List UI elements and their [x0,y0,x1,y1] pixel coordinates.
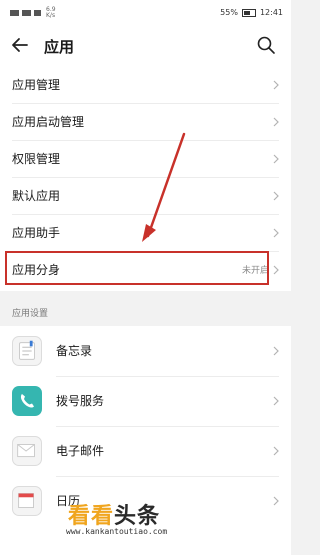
menu-item-label: 权限管理 [12,152,61,166]
chevron-right-icon [273,80,279,89]
chevron-right-icon [273,346,279,356]
watermark: 看看头条 www.kankantoutiao.com [62,498,212,544]
app-row-label: 拨号服务 [56,394,105,408]
watermark-url: www.kankantoutiao.com [66,527,168,536]
toolbar: 应用 [0,26,291,66]
memo-icon [12,336,42,366]
app-row-email[interactable]: 电子邮件 [0,426,291,476]
menu-item-label: 应用管理 [12,78,61,92]
phone-icon [12,386,42,416]
search-icon[interactable] [255,34,277,56]
app-row-memo[interactable]: 备忘录 [0,326,291,376]
page-title: 应用 [44,38,75,56]
menu-item-label: 默认应用 [12,189,61,203]
signal-icon [22,10,31,16]
app-row-dialer[interactable]: 拨号服务 [0,376,291,426]
chevron-right-icon [273,228,279,237]
menu-item-app-management[interactable]: 应用管理 [0,66,291,103]
app-row-label: 电子邮件 [56,444,105,458]
chevron-right-icon [273,396,279,406]
battery-percent: 55% [220,8,238,17]
hd-icon [10,10,19,16]
section-header-app-settings: 应用设置 [12,309,49,319]
watermark-part1: 看看 [68,504,115,529]
status-bar: 6.9 K/s 55% 12:41 [0,0,291,26]
chevron-right-icon [273,154,279,163]
chevron-right-icon [273,191,279,200]
watermark-logo: 看看头条 [68,498,160,530]
clock: 12:41 [259,8,283,17]
chevron-right-icon [273,265,279,274]
back-arrow-icon[interactable] [8,33,32,57]
annotation-arrow-icon [142,132,186,242]
calendar-icon [12,486,42,516]
annotation-highlight-box [5,251,269,285]
menu-item-label: 应用启动管理 [12,115,85,129]
signal-icon-2 [34,10,41,16]
chevron-right-icon [273,117,279,126]
status-left: 6.9 K/s [10,7,56,19]
mail-icon [12,436,42,466]
battery-icon [241,8,256,17]
network-speed-unit: K/s [46,12,56,19]
chevron-right-icon [273,446,279,456]
menu-item-label: 应用助手 [12,226,61,240]
chevron-right-icon [273,496,279,506]
app-row-label: 备忘录 [56,344,93,358]
status-right: 55% 12:41 [220,8,283,17]
network-speed: 6.9 K/s [46,7,56,19]
watermark-part2: 头条 [114,504,161,529]
